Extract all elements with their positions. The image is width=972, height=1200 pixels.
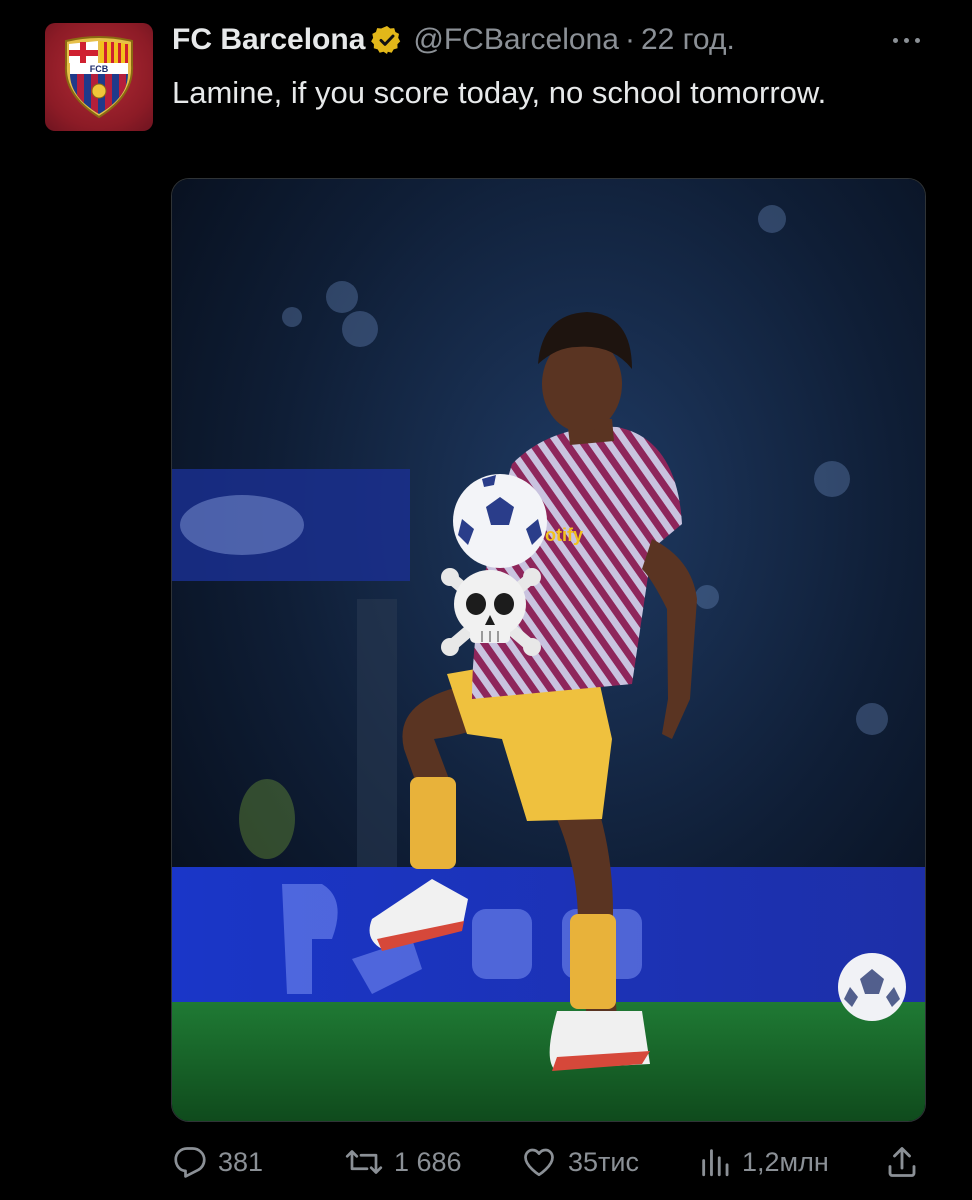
analytics-icon bbox=[702, 1149, 729, 1177]
author-display-name[interactable]: FC Barcelona bbox=[172, 23, 365, 57]
reply-button[interactable]: 381 bbox=[172, 1140, 263, 1184]
repost-count: 1 686 bbox=[394, 1146, 462, 1177]
fc-barcelona-crest-icon: FCB bbox=[64, 36, 134, 119]
reply-count: 381 bbox=[218, 1146, 264, 1177]
tweet-actions: 381 1 686 35тис 1,2млн bbox=[172, 1140, 932, 1184]
more-options-button[interactable] bbox=[885, 22, 927, 58]
share-button[interactable] bbox=[884, 1140, 920, 1184]
reply-icon bbox=[174, 1147, 206, 1178]
like-button[interactable]: 35тис bbox=[520, 1140, 639, 1184]
player-photo: otify bbox=[172, 179, 925, 1121]
heart-icon bbox=[524, 1148, 554, 1177]
separator-dot: · bbox=[624, 23, 635, 56]
repost-button[interactable]: 1 686 bbox=[344, 1140, 462, 1184]
tweet-timestamp[interactable]: 22 год. bbox=[641, 23, 735, 57]
svg-text:FCB: FCB bbox=[90, 64, 109, 74]
views-count: 1,2млн bbox=[742, 1146, 829, 1177]
tweet-page: FCB FC Barcelona @FCBarcelona · 22 год. bbox=[0, 0, 972, 1200]
tweet-photo[interactable]: otify bbox=[171, 178, 926, 1122]
author-avatar[interactable]: FCB bbox=[45, 23, 153, 131]
tweet-text: Lamine, if you score today, no school to… bbox=[172, 75, 827, 110]
like-count: 35тис bbox=[568, 1146, 639, 1177]
author-handle[interactable]: @FCBarcelona bbox=[413, 23, 619, 57]
share-icon bbox=[888, 1147, 916, 1177]
svg-text:otify: otify bbox=[545, 525, 583, 545]
verified-badge-icon bbox=[371, 26, 401, 54]
views-button[interactable]: 1,2млн bbox=[698, 1140, 829, 1184]
tweet-header: FC Barcelona @FCBarcelona · 22 год. bbox=[172, 22, 735, 58]
ellipsis-icon bbox=[892, 37, 898, 43]
repost-icon bbox=[345, 1150, 383, 1174]
